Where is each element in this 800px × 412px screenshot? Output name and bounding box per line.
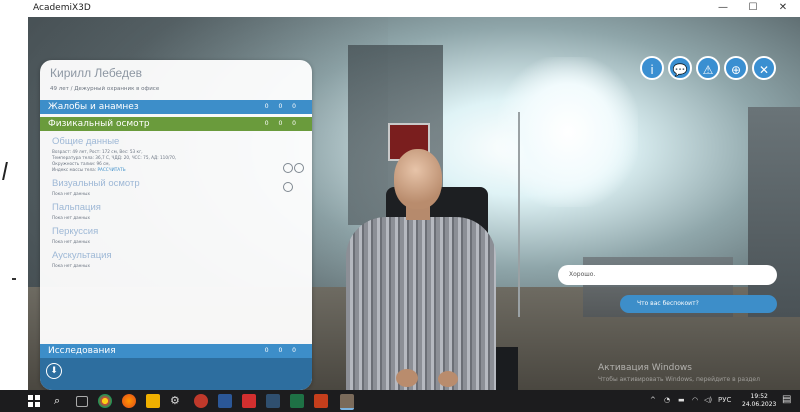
notifications-icon[interactable]: ▤ (782, 394, 791, 405)
desktop-left-strip (0, 0, 28, 390)
desktop-mark (2, 162, 14, 180)
close-window-button[interactable]: ✕ (768, 0, 798, 17)
scene-3d: Кирилл Лебедев 49 лет / Дежурный охранни… (28, 17, 800, 390)
bmi-line: Индекс массы тела: РАССЧИТАТЬ (52, 167, 126, 172)
empty-label: Пока нет данных (52, 215, 90, 220)
scene-door (748, 107, 800, 317)
activation-watermark-title: Активация Windows (598, 363, 692, 373)
minimize-button[interactable]: — (708, 0, 738, 17)
acrobat-icon[interactable] (242, 394, 256, 408)
question-option-button[interactable]: Что вас беспокоит? (620, 295, 777, 313)
chrome-icon[interactable] (98, 394, 112, 408)
close-scene-icon[interactable]: ✕ (752, 56, 776, 80)
empty-label: Пока нет данных (52, 239, 90, 244)
windows-start-icon[interactable] (28, 395, 40, 407)
section-scores: 0 0 0 (264, 103, 300, 110)
info-icon[interactable]: i (640, 56, 664, 80)
app-icon[interactable] (266, 394, 280, 408)
wifi-icon[interactable]: ◠ (692, 396, 698, 404)
question-text: Что вас беспокоит? (637, 300, 699, 307)
patient-name: Кирилл Лебедев (50, 66, 143, 80)
section-research[interactable]: Исследования 0 0 0 (40, 344, 312, 358)
search-icon[interactable]: ⌕ (54, 394, 68, 408)
taskbar: ⌕ ⚙ ^ ◔ ▬ ◠ ◁) РУС 19:52 24.06.2023 ▤ (0, 390, 800, 412)
title-bar: AcademiX3D — ☐ ✕ (28, 0, 800, 18)
patient-hand (438, 371, 458, 387)
section-label: Жалобы и анамнез (48, 102, 139, 112)
status-circles (283, 158, 312, 196)
chevron-up-icon[interactable]: ^ (650, 396, 656, 404)
activation-watermark-text: Чтобы активировать Windows, перейдите в … (598, 376, 760, 383)
battery-icon[interactable]: ▬ (678, 396, 685, 404)
settings-icon[interactable]: ⚙ (170, 394, 184, 408)
patient-avatar[interactable] (346, 149, 496, 390)
patient-reply-bubble: Хорошо. (558, 265, 777, 285)
file-explorer-icon[interactable] (146, 394, 160, 408)
circle-indicator (294, 163, 304, 173)
circle-indicator (283, 182, 293, 192)
powerpoint-icon[interactable] (314, 394, 328, 408)
section-complaints[interactable]: Жалобы и анамнез 0 0 0 (40, 100, 312, 114)
bmi-label: Индекс массы тела: (52, 167, 97, 172)
general-data-line: Возраст: 49 лет, Рост: 172 см, Вес: 53 к… (52, 149, 143, 154)
firefox-icon[interactable] (122, 394, 136, 408)
auscultation-title[interactable]: Аускультация (52, 250, 112, 261)
visual-exam-title[interactable]: Визуальный осмотр (52, 178, 140, 189)
volume-icon[interactable]: ◁) (704, 396, 712, 404)
clock-date: 24.06.2023 (742, 401, 777, 408)
excel-icon[interactable] (290, 394, 304, 408)
patient-card: Кирилл Лебедев 49 лет / Дежурный охранни… (40, 60, 312, 390)
section-exam[interactable]: Физикальный осмотр 0 0 0 (40, 117, 312, 131)
palpation-title[interactable]: Пальпация (52, 202, 101, 213)
card-footer: ⬇ (40, 358, 312, 390)
patient-head (394, 149, 442, 209)
percussion-title[interactable]: Перкуссия (52, 226, 98, 237)
empty-label: Пока нет данных (52, 263, 90, 268)
section-label: Физикальный осмотр (48, 119, 150, 129)
clock[interactable]: 19:52 24.06.2023 (742, 393, 776, 409)
patient-hand (396, 369, 418, 387)
circle-indicator (283, 163, 293, 173)
general-data-line: Окружность талии: 96 см, (52, 161, 110, 166)
language-indicator[interactable]: РУС (718, 396, 731, 404)
options-icon[interactable]: ⊕ (724, 56, 748, 80)
download-icon[interactable]: ⬇ (46, 363, 62, 379)
patient-shirt (346, 217, 496, 390)
maximize-button[interactable]: ☐ (738, 0, 768, 17)
section-scores: 0 0 0 (264, 347, 300, 354)
task-view-icon[interactable] (76, 396, 88, 407)
desktop-mark (12, 272, 16, 280)
clock-time: 19:52 (750, 393, 768, 400)
patient-info: 49 лет / Дежурный охранник в офисе (50, 86, 160, 92)
warning-icon[interactable]: ⚠ (696, 56, 720, 80)
general-data-title[interactable]: Общие данные (52, 136, 119, 147)
network-icon[interactable]: ◔ (664, 396, 670, 404)
general-data-line: Температура тела: 36,7 С, ЧДД: 20, ЧСС: … (52, 155, 177, 160)
app-window: AcademiX3D — ☐ ✕ Кирилл Лебедев 49 лет /… (28, 0, 800, 390)
reply-text: Хорошо. (569, 271, 596, 278)
word-icon[interactable] (218, 394, 232, 408)
app-icon[interactable] (194, 394, 208, 408)
iv-pole (518, 112, 520, 317)
bmi-calc-link[interactable]: РАССЧИТАТЬ (97, 167, 125, 172)
system-tray: ^ ◔ ▬ ◠ ◁) РУС 19:52 24.06.2023 ▤ (650, 390, 800, 412)
section-scores: 0 0 0 (264, 120, 300, 127)
chat-icon[interactable]: 💬 (668, 56, 692, 80)
section-label: Исследования (48, 346, 116, 356)
window-title: AcademiX3D (33, 3, 91, 13)
academix3d-taskbar-icon[interactable] (340, 394, 354, 410)
empty-label: Пока нет данных (52, 191, 90, 196)
